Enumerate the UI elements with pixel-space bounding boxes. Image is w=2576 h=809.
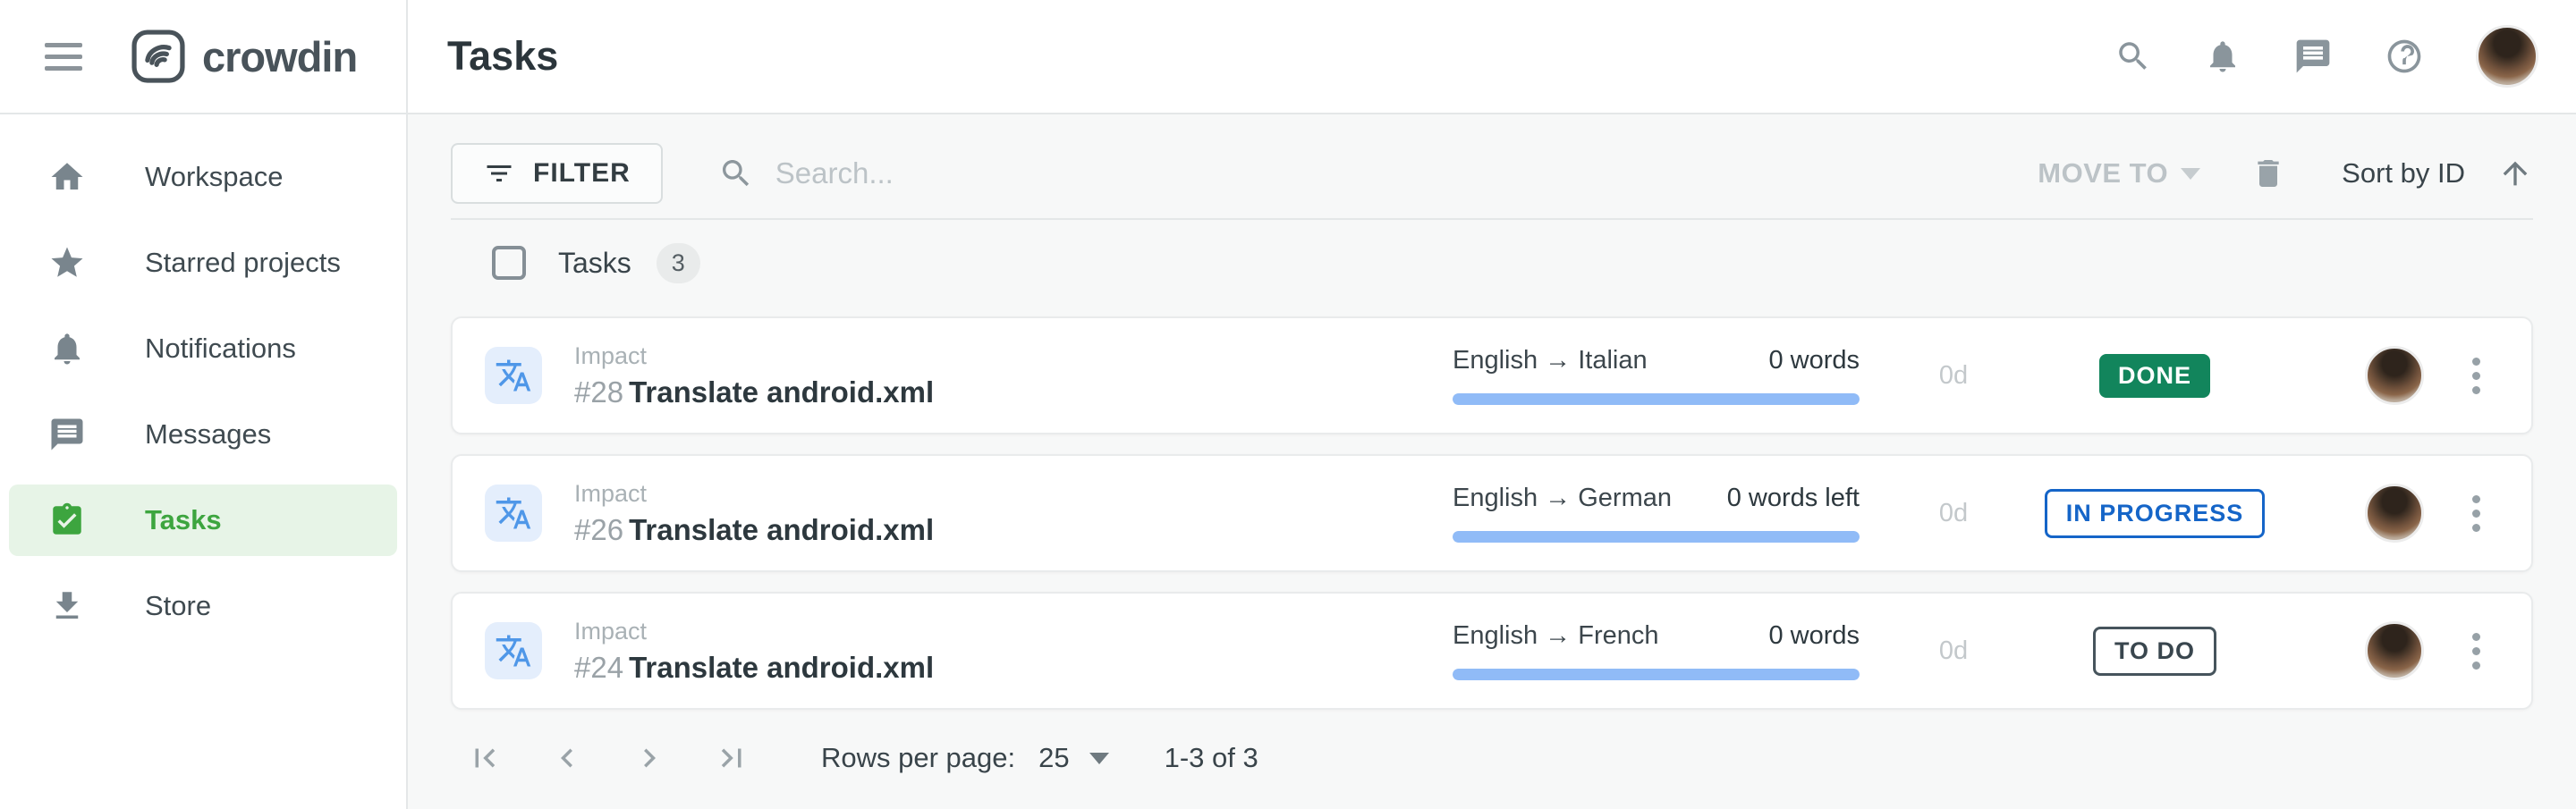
- status-badge: DONE: [2099, 354, 2210, 398]
- task-due: 0d: [1895, 636, 2012, 666]
- sidebar: Workspace Starred projects Notifications…: [0, 114, 408, 809]
- brand-name: crowdin: [202, 32, 357, 81]
- trash-icon[interactable]: [2250, 156, 2286, 191]
- select-all-checkbox[interactable]: [492, 246, 526, 280]
- sort-by-button[interactable]: Sort by ID: [2342, 157, 2465, 190]
- main-content: FILTER MOVE TO Sort by ID: [408, 114, 2576, 809]
- previous-page-icon[interactable]: [547, 738, 587, 778]
- sort-direction-arrow-up-icon[interactable]: [2497, 156, 2533, 191]
- download-icon: [48, 587, 88, 625]
- rows-per-page-label: Rows per page:: [821, 742, 1015, 774]
- task-row[interactable]: Impact #28Translate android.xml English …: [451, 316, 2533, 434]
- task-language-pair: English → Italian: [1453, 346, 1648, 375]
- sidebar-item-workspace[interactable]: Workspace: [9, 141, 397, 213]
- task-project: Impact: [574, 618, 1453, 645]
- topbar-brand-area: crowdin: [0, 0, 408, 114]
- task-words-count: 0 words left: [1727, 484, 1860, 513]
- translate-icon: [485, 485, 542, 542]
- sidebar-item-tasks[interactable]: Tasks: [9, 485, 397, 556]
- move-to-dropdown[interactable]: MOVE TO: [2038, 157, 2200, 190]
- task-project: Impact: [574, 342, 1453, 370]
- task-progress-bar: [1453, 393, 1860, 405]
- help-icon[interactable]: [2385, 37, 2424, 76]
- last-page-icon[interactable]: [712, 738, 751, 778]
- task-id: #24: [574, 651, 623, 684]
- status-badge: TO DO: [2093, 627, 2216, 676]
- task-project: Impact: [574, 480, 1453, 508]
- user-avatar[interactable]: [2476, 25, 2538, 88]
- translate-icon: [485, 347, 542, 404]
- task-words-count: 0 words: [1768, 346, 1860, 375]
- star-icon: [48, 244, 88, 282]
- next-page-icon[interactable]: [630, 738, 669, 778]
- crowdin-logo-icon: [129, 27, 188, 86]
- home-icon: [48, 158, 88, 196]
- task-id: #28: [574, 375, 623, 409]
- clipboard-check-icon: [48, 501, 88, 539]
- topbar: Tasks: [408, 0, 2576, 114]
- task-progress-bar: [1453, 669, 1860, 680]
- search-input[interactable]: [775, 156, 1330, 190]
- task-title: Translate android.xml: [629, 375, 934, 409]
- kebab-menu-icon[interactable]: [2465, 626, 2487, 677]
- rows-per-page-select[interactable]: 25: [1038, 742, 1108, 774]
- chevron-down-icon: [1089, 753, 1109, 764]
- sidebar-item-store[interactable]: Store: [9, 570, 397, 642]
- task-progress-bar: [1453, 531, 1860, 543]
- assignee-avatar[interactable]: [2365, 621, 2424, 680]
- assignee-avatar[interactable]: [2365, 346, 2424, 405]
- task-words-count: 0 words: [1768, 621, 1860, 651]
- sidebar-item-starred-projects[interactable]: Starred projects: [9, 227, 397, 299]
- first-page-icon[interactable]: [465, 738, 504, 778]
- list-header-title: Tasks: [558, 247, 631, 280]
- hamburger-menu-icon[interactable]: [45, 43, 82, 71]
- kebab-menu-icon[interactable]: [2465, 488, 2487, 539]
- task-row[interactable]: Impact #24Translate android.xml English …: [451, 592, 2533, 710]
- tasks-list: Impact #28Translate android.xml English …: [451, 316, 2533, 710]
- task-title: Translate android.xml: [629, 513, 934, 546]
- bell-icon: [48, 330, 88, 367]
- task-due: 0d: [1895, 361, 2012, 391]
- chevron-down-icon: [2181, 168, 2200, 180]
- search-icon[interactable]: [2114, 38, 2152, 75]
- task-id: #26: [574, 513, 623, 546]
- assignee-avatar[interactable]: [2365, 484, 2424, 543]
- task-language-pair: English → German: [1453, 484, 1672, 513]
- tasks-list-header: Tasks 3: [451, 220, 2533, 306]
- task-title: Translate android.xml: [629, 651, 934, 684]
- messages-icon[interactable]: [2293, 37, 2333, 76]
- notifications-bell-icon[interactable]: [2204, 38, 2241, 75]
- filter-button[interactable]: FILTER: [451, 143, 663, 204]
- task-language-pair: English → French: [1453, 621, 1659, 651]
- app-window: crowdin Tasks Workspace: [0, 0, 2576, 809]
- crowdin-logo[interactable]: crowdin: [129, 27, 357, 86]
- chat-icon: [48, 416, 88, 453]
- search-icon: [718, 156, 754, 191]
- page-title: Tasks: [447, 33, 558, 80]
- task-row[interactable]: Impact #26Translate android.xml English …: [451, 454, 2533, 572]
- task-due: 0d: [1895, 499, 2012, 528]
- pagination: Rows per page: 25 1-3 of 3: [451, 729, 2533, 787]
- toolbar: FILTER MOVE TO Sort by ID: [451, 143, 2533, 204]
- kebab-menu-icon[interactable]: [2465, 350, 2487, 401]
- sidebar-item-messages[interactable]: Messages: [9, 399, 397, 470]
- filter-icon: [483, 157, 515, 190]
- translate-icon: [485, 622, 542, 679]
- pagination-range: 1-3 of 3: [1165, 742, 1258, 774]
- status-badge: IN PROGRESS: [2045, 489, 2266, 538]
- sidebar-item-notifications[interactable]: Notifications: [9, 313, 397, 384]
- tasks-count-badge: 3: [657, 243, 700, 283]
